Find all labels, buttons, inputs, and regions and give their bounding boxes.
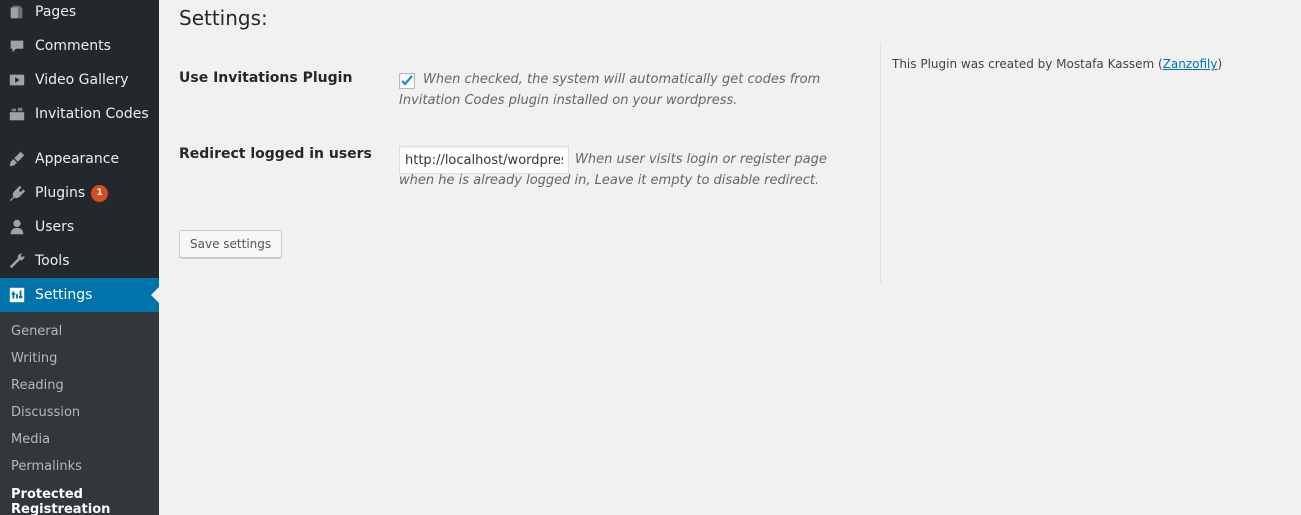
column-divider [880,42,881,284]
sidebar-item-video-gallery[interactable]: Video Gallery [0,63,159,97]
sidebar-item-label: Users [35,219,75,235]
redirect-label: Redirect logged in users [179,146,372,162]
submenu-item-general[interactable]: General [11,324,62,339]
comments-icon [7,36,27,56]
settings-page: Settings: Use Invitations Plugin When ch… [159,0,1301,515]
sidebar-item-label: Video Gallery [35,72,129,88]
video-icon [7,70,27,90]
appearance-icon [7,149,27,169]
sidebar-item-label: Comments [35,38,111,54]
credit-text: This Plugin was created by Mostafa Kasse… [892,57,1163,71]
use-invitations-label: Use Invitations Plugin [179,70,353,86]
use-invitations-description: When checked, the system will automatica… [399,72,821,108]
settings-icon [7,285,27,305]
sidebar-item-pages[interactable]: Pages [0,0,159,29]
save-settings-button[interactable]: Save settings [179,230,283,258]
submenu-item-discussion[interactable]: Discussion [11,405,80,420]
admin-sidebar: Pages Comments Video Gallery Invitation … [0,0,159,515]
plugin-credit: This Plugin was created by Mostafa Kasse… [892,57,1222,71]
sidebar-item-label: Tools [35,253,70,269]
invitation-icon [7,104,27,124]
sidebar-item-appearance[interactable]: Appearance [0,142,159,176]
submenu-item-reading[interactable]: Reading [11,378,64,393]
submenu-item-media[interactable]: Media [11,432,50,447]
settings-submenu: General Writing Reading Discussion Media… [0,312,159,515]
pages-icon [7,2,27,22]
submenu-item-permalinks[interactable]: Permalinks [11,459,82,474]
sidebar-item-label: Invitation Codes [35,106,149,122]
credit-suffix: ) [1217,57,1223,71]
sidebar-item-users[interactable]: Users [0,210,159,244]
users-icon [7,217,27,237]
sidebar-item-plugins[interactable]: Plugins 1 [0,176,159,210]
sidebar-item-invitation-codes[interactable]: Invitation Codes [0,97,159,131]
author-link[interactable]: Zanzofily [1163,57,1218,71]
sidebar-item-tools[interactable]: Tools [0,244,159,278]
page-title: Settings: [179,6,268,30]
sidebar-item-label: Settings [35,287,93,303]
sidebar-item-settings[interactable]: Settings [0,278,159,312]
plugins-icon [7,183,27,203]
tools-icon [7,251,27,271]
sidebar-item-comments[interactable]: Comments [0,29,159,63]
plugin-update-badge: 1 [91,184,109,202]
sidebar-item-label: Appearance [35,151,120,167]
sidebar-item-label: Plugins [35,185,86,201]
submenu-item-writing[interactable]: Writing [11,351,57,366]
submenu-item-protected-registreation[interactable]: Protected Registreation [11,487,151,515]
sidebar-item-label: Pages [35,4,77,20]
redirect-description: When user visits login or register page … [399,152,827,188]
active-indicator-arrow [151,287,159,303]
